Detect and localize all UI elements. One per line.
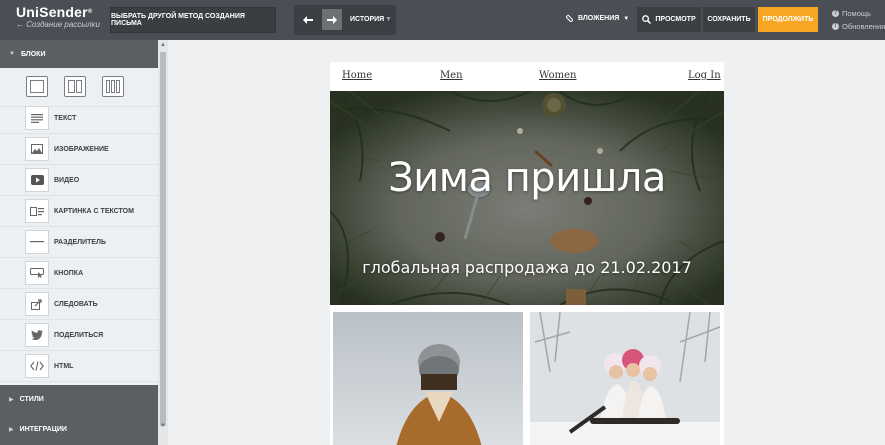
block-follow-label: Следовать	[54, 301, 98, 308]
block-share-label: Поделиться	[54, 332, 104, 339]
updates-link[interactable]: ! Обновления	[832, 22, 885, 31]
preview-label: Просмотр	[655, 16, 696, 23]
block-image-text-label: Картинка с текстом	[54, 208, 134, 215]
info-icon: !	[832, 23, 839, 30]
block-divider-label: Разделитель	[54, 239, 106, 246]
undo-arrow-icon	[303, 15, 313, 24]
history-group: История ▼	[294, 5, 396, 35]
help-label: Помощь	[842, 9, 871, 18]
history-dropdown[interactable]: История	[350, 16, 384, 23]
nav-link-home[interactable]: Home	[342, 70, 372, 81]
image-icon	[25, 137, 49, 161]
block-html-label: HTML	[54, 363, 74, 370]
man-in-beanie-image	[333, 312, 523, 445]
block-html[interactable]: HTML	[0, 351, 158, 382]
code-icon	[25, 354, 49, 378]
block-follow[interactable]: Следовать	[0, 289, 158, 320]
block-button[interactable]: Кнопка	[0, 258, 158, 289]
video-icon	[25, 168, 49, 192]
email-preview[interactable]: Home Men Women Log In Зима пришла глобал…	[330, 62, 724, 445]
nav-link-men[interactable]: Men	[440, 70, 463, 81]
magnifier-icon	[642, 15, 652, 24]
triangle-right-icon: ▶	[9, 396, 14, 403]
column-layouts-row	[0, 68, 158, 107]
brand-name: UniSender	[16, 4, 88, 20]
email-nav-bar[interactable]: Home Men Women Log In	[330, 62, 724, 92]
question-icon: ?	[832, 10, 839, 17]
attachments-dropdown[interactable]: Вложения ▼	[566, 14, 629, 23]
hero-title[interactable]: Зима пришла	[330, 155, 724, 201]
button-icon	[25, 261, 49, 285]
three-column-layout-icon[interactable]	[102, 76, 124, 97]
section-blocks-header[interactable]: ▼ Блоки	[0, 40, 158, 68]
redo-button[interactable]	[322, 9, 342, 30]
block-video[interactable]: Видео	[0, 165, 158, 196]
nav-link-women[interactable]: Women	[539, 70, 576, 81]
attachments-label: Вложения	[578, 15, 620, 22]
product-photo-right[interactable]	[530, 312, 720, 445]
redo-arrow-icon	[327, 15, 337, 24]
updates-label: Обновления	[842, 22, 885, 31]
block-text-label: Текст	[54, 115, 77, 122]
section-blocks-label: Блоки	[20, 50, 46, 58]
section-styles-label: Стили	[19, 395, 44, 403]
product-photo-left[interactable]	[333, 312, 523, 445]
hero-banner[interactable]: Зима пришла глобальная распродажа до 21.…	[330, 91, 724, 305]
scroll-down-arrow-icon[interactable]: ▼	[158, 421, 168, 431]
block-image-text[interactable]: Картинка с текстом	[0, 196, 158, 227]
divider-icon	[25, 230, 49, 254]
follow-icon	[25, 292, 49, 316]
change-method-button[interactable]: Выбрать другой метод создания письма	[110, 7, 276, 33]
preview-button[interactable]: Просмотр	[637, 7, 701, 32]
back-to-campaign-link[interactable]: ← Создание рассылки	[16, 20, 100, 30]
hero-subtitle[interactable]: глобальная распродажа до 21.02.2017	[330, 258, 724, 277]
block-divider[interactable]: Разделитель	[0, 227, 158, 258]
continue-button[interactable]: Продолжить	[758, 7, 818, 32]
block-text[interactable]: Текст	[0, 103, 158, 134]
friends-on-sled-image	[530, 312, 720, 445]
text-icon	[25, 106, 49, 130]
two-column-layout-icon[interactable]	[64, 76, 86, 97]
blocks-sidebar: ▼ Блоки Текст Изображение Видео Картинка…	[0, 40, 168, 445]
triangle-down-icon: ▼	[9, 51, 15, 57]
brand-registered-mark: ®	[87, 9, 93, 15]
section-styles-header[interactable]: ▶ Стили	[0, 385, 158, 413]
chevron-down-icon: ▼	[385, 16, 392, 23]
block-share[interactable]: Поделиться	[0, 320, 158, 351]
nav-link-login[interactable]: Log In	[688, 70, 721, 81]
save-button[interactable]: Сохранить	[703, 7, 755, 32]
image-text-icon	[25, 199, 49, 223]
block-image-label: Изображение	[54, 146, 109, 153]
section-integrations-label: Интеграции	[19, 425, 67, 433]
top-toolbar: UniSender® ← Создание рассылки Выбрать д…	[0, 0, 885, 40]
one-column-layout-icon[interactable]	[26, 76, 48, 97]
scroll-up-arrow-icon[interactable]: ▲	[158, 40, 168, 50]
block-image[interactable]: Изображение	[0, 134, 158, 165]
sidebar-scroll-thumb[interactable]	[160, 52, 166, 426]
twitter-icon	[25, 323, 49, 347]
section-integrations-header[interactable]: ▶ Интеграции	[0, 413, 158, 445]
triangle-right-icon: ▶	[9, 426, 14, 433]
block-video-label: Видео	[54, 177, 80, 184]
editor-canvas: Home Men Women Log In Зима пришла глобал…	[168, 40, 885, 445]
chevron-down-icon: ▼	[623, 15, 630, 22]
brand-logo[interactable]: UniSender® ← Создание рассылки	[16, 5, 100, 30]
paperclip-icon	[566, 14, 573, 22]
help-link[interactable]: ? Помощь	[832, 9, 871, 18]
block-button-label: Кнопка	[54, 270, 84, 277]
undo-button[interactable]	[298, 9, 318, 30]
